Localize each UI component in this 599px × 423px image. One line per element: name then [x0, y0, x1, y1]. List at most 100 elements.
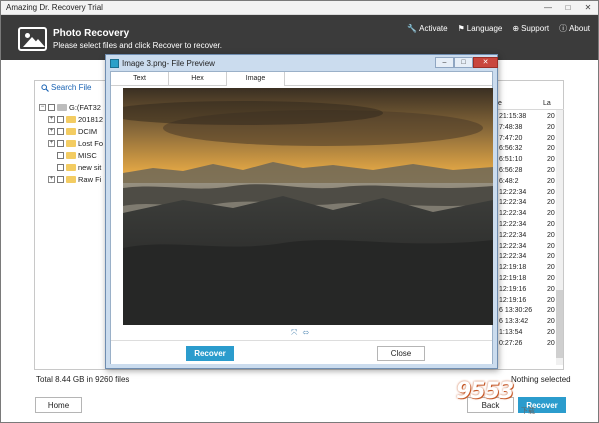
preview-tabs: Text Hex Image: [111, 72, 492, 86]
folder-tree: − G:(FAT32 +201812 + DCIM + Lost Fo MISC new sit…: [39, 101, 109, 185]
lifebuoy-icon: ⊕: [512, 24, 520, 33]
list-item[interactable]: 6:56:32 20: [496, 144, 564, 155]
list-item[interactable]: 12:19:16 20: [496, 296, 564, 307]
list-item[interactable]: 12:22:34 20: [496, 220, 564, 231]
tree-item[interactable]: new sit: [39, 161, 109, 173]
tree-item[interactable]: + DCIM: [39, 125, 109, 137]
about-link[interactable]: ⓘ About: [559, 23, 590, 34]
list-item[interactable]: 12:22:34 20: [496, 188, 564, 199]
tab-image[interactable]: Image: [227, 72, 285, 86]
list-item[interactable]: 6 13:30:26 20: [496, 306, 564, 317]
tree-item[interactable]: +201812: [39, 113, 109, 125]
dialog-minimize-button[interactable]: –: [435, 57, 454, 68]
list-item-time: 12:22:34: [499, 253, 527, 261]
list-item-year: 20: [547, 318, 555, 326]
tree-checkbox[interactable]: [57, 139, 64, 147]
list-item[interactable]: 6:51:10 20: [496, 155, 564, 166]
tree-item[interactable]: − G:(FAT32: [39, 101, 109, 113]
close-button[interactable]: ✕: [578, 1, 598, 14]
list-item-year: 20: [547, 156, 555, 164]
watermark-suffix: 下载: [521, 408, 535, 415]
tree-checkbox[interactable]: [57, 115, 64, 123]
tree-item[interactable]: MISC: [39, 149, 109, 161]
list-item[interactable]: 12:22:34 20: [496, 209, 564, 220]
list-item-year: 20: [547, 253, 555, 261]
list-item[interactable]: 12:22:34 20: [496, 242, 564, 253]
tree-checkbox[interactable]: [57, 163, 64, 171]
preview-close-button[interactable]: Close: [377, 346, 425, 361]
tree-checkbox[interactable]: [57, 127, 64, 135]
dialog-close-button[interactable]: ✕: [473, 57, 498, 68]
column-header-time[interactable]: e: [498, 100, 502, 107]
dialog-maximize-button[interactable]: □: [454, 57, 473, 68]
activate-label: Activate: [419, 24, 448, 33]
search-file-link[interactable]: Search File: [41, 83, 91, 92]
maximize-button[interactable]: □: [558, 1, 578, 14]
list-item-time: 1:13:54: [499, 328, 523, 336]
list-item-time: 12:19:18: [499, 264, 527, 272]
fit-screen-icon[interactable]: ⤧: [291, 328, 297, 338]
rotate-icon[interactable]: ⬄: [302, 328, 309, 338]
collapse-icon[interactable]: −: [39, 103, 46, 111]
list-item-year: 20: [547, 210, 555, 218]
list-item-time: 12:22:34: [499, 188, 527, 196]
list-item[interactable]: 12:19:18 20: [496, 274, 564, 285]
photo-logo-icon: [18, 27, 47, 51]
landscape-sunset-image: [123, 88, 493, 325]
page-subtitle: Please select files and click Recover to…: [53, 41, 222, 50]
list-scrollbar[interactable]: [556, 110, 563, 365]
list-item-time: 12:22:34: [499, 242, 527, 250]
list-item-time: 6:48:2: [499, 177, 519, 185]
list-item-year: 20: [547, 188, 555, 196]
tree-checkbox[interactable]: [48, 103, 55, 111]
list-item[interactable]: 6 13:3:42 20: [496, 317, 564, 328]
list-item[interactable]: 1:13:54 20: [496, 328, 564, 339]
list-item[interactable]: 0:27:26 20: [496, 339, 564, 350]
scrollbar-thumb[interactable]: [556, 290, 563, 358]
list-header: e La: [496, 98, 564, 110]
list-item-year: 20: [547, 274, 555, 282]
list-item[interactable]: 12:22:34 20: [496, 198, 564, 209]
list-item-year: 20: [547, 177, 555, 185]
list-item-time: 12:22:34: [499, 210, 527, 218]
preview-recover-button[interactable]: Recover: [186, 346, 234, 361]
minimize-button[interactable]: —: [538, 1, 558, 14]
list-item-year: 20: [547, 328, 555, 336]
language-label: Language: [466, 24, 503, 33]
language-link[interactable]: ⚑ Language: [458, 23, 503, 34]
list-item[interactable]: 6:56:28 20: [496, 166, 564, 177]
list-item[interactable]: 21:15:38 20: [496, 112, 564, 123]
list-item[interactable]: 7:47:20 20: [496, 134, 564, 145]
list-item[interactable]: 12:19:18 20: [496, 263, 564, 274]
flag-icon: ⚑: [457, 24, 465, 33]
list-item-time: 6:56:28: [499, 166, 523, 174]
tree-item[interactable]: + Lost Fo: [39, 137, 109, 149]
list-item-year: 20: [547, 145, 555, 153]
column-header-last[interactable]: La: [543, 100, 551, 107]
list-item[interactable]: 7:48:38 20: [496, 123, 564, 134]
expand-icon[interactable]: +: [48, 175, 55, 183]
tree-checkbox[interactable]: [57, 175, 64, 183]
tab-spacer: [285, 72, 492, 86]
expand-icon[interactable]: +: [48, 127, 55, 135]
tree-item[interactable]: + Raw Fi: [39, 173, 109, 185]
folder-icon: [66, 127, 76, 135]
list-item[interactable]: 12:19:16 20: [496, 285, 564, 296]
image-preview: [123, 88, 493, 325]
list-item-year: 20: [547, 231, 555, 239]
list-item[interactable]: 12:22:34 20: [496, 231, 564, 242]
list-item[interactable]: 6:48:2 20: [496, 177, 564, 188]
list-item-time: 6 13:3:42: [499, 318, 529, 326]
preview-dialog-title: Image 3.png- File Preview: [122, 59, 215, 68]
expand-icon[interactable]: +: [48, 115, 55, 123]
support-link[interactable]: ⊕ Support: [512, 23, 549, 34]
list-item[interactable]: 12:22:34 20: [496, 252, 564, 263]
header-links: 🔧 Activate ⚑ Language ⊕ Support ⓘ About: [407, 23, 590, 34]
home-button[interactable]: Home: [35, 397, 82, 413]
tree-item-label: 201812: [78, 114, 104, 124]
tab-text[interactable]: Text: [111, 72, 169, 86]
activate-link[interactable]: 🔧 Activate: [407, 23, 447, 34]
tab-hex[interactable]: Hex: [169, 72, 227, 86]
expand-icon[interactable]: +: [48, 139, 55, 147]
tree-checkbox[interactable]: [57, 151, 64, 159]
